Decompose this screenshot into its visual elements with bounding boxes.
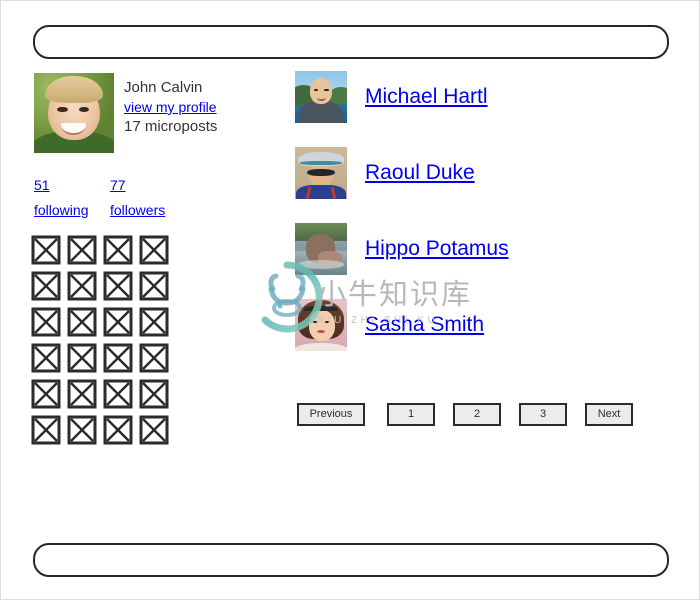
pagination-page-1-button[interactable]: 1 <box>387 403 435 426</box>
broken-image-icon <box>31 343 61 373</box>
broken-image-icon <box>31 271 61 301</box>
following-label-link[interactable]: following <box>34 198 88 223</box>
pagination-page-3-button[interactable]: 3 <box>519 403 567 426</box>
broken-image-icon <box>31 379 61 409</box>
broken-image-icon <box>31 235 61 265</box>
list-item: Michael Hartl <box>295 71 635 123</box>
user-avatar-image[interactable] <box>295 147 347 199</box>
broken-image-icon <box>103 235 133 265</box>
pagination-next-button[interactable]: Next <box>585 403 633 426</box>
user-name-link[interactable]: Michael Hartl <box>365 85 488 109</box>
profile-summary: John Calvin view my profile 17 micropost… <box>34 73 269 153</box>
user-list: Michael Hartl Raoul Duke Hippo Potamus S… <box>295 71 635 375</box>
user-avatar-image[interactable] <box>295 223 347 275</box>
broken-image-icon <box>67 235 97 265</box>
broken-image-icon <box>103 307 133 337</box>
broken-image-icon <box>139 271 169 301</box>
profile-meta: John Calvin view my profile 17 micropost… <box>124 73 217 136</box>
view-my-profile-link[interactable]: view my profile <box>124 98 217 117</box>
page-root: John Calvin view my profile 17 micropost… <box>0 0 700 600</box>
stat-following: 51 following <box>34 173 88 223</box>
micropost-count: 17 microposts <box>124 117 218 135</box>
user-name-link[interactable]: Hippo Potamus <box>365 237 509 261</box>
broken-image-icon <box>103 271 133 301</box>
following-count-link[interactable]: 51 <box>34 173 88 198</box>
broken-image-icon <box>103 343 133 373</box>
user-name-link[interactable]: Sasha Smith <box>365 313 484 337</box>
broken-image-icon <box>139 415 169 445</box>
broken-image-icon <box>103 415 133 445</box>
broken-image-icon <box>31 415 61 445</box>
broken-image-icon <box>67 343 97 373</box>
list-item: Hippo Potamus <box>295 223 635 275</box>
profile-name: John Calvin <box>124 79 203 96</box>
broken-image-icon <box>31 307 61 337</box>
pagination-previous-button[interactable]: Previous <box>297 403 365 426</box>
followers-label-link[interactable]: followers <box>110 198 165 223</box>
broken-image-icon <box>67 415 97 445</box>
broken-image-icon <box>139 235 169 265</box>
stat-followers: 77 followers <box>110 173 165 223</box>
broken-image-icon <box>67 307 97 337</box>
broken-image-icon <box>139 307 169 337</box>
followers-count-link[interactable]: 77 <box>110 173 165 198</box>
broken-image-icon <box>103 379 133 409</box>
user-avatar-image[interactable] <box>295 299 347 351</box>
sidebar: John Calvin view my profile 17 micropost… <box>34 73 269 153</box>
list-item: Raoul Duke <box>295 147 635 199</box>
broken-image-icon <box>139 379 169 409</box>
pagination: Previous 1 2 3 Next <box>297 403 633 426</box>
list-item: Sasha Smith <box>295 299 635 351</box>
header-bar <box>33 25 669 59</box>
broken-image-icon <box>67 379 97 409</box>
pagination-page-2-button[interactable]: 2 <box>453 403 501 426</box>
gravatar-image[interactable] <box>34 73 114 153</box>
footer-bar <box>33 543 669 577</box>
user-name-link[interactable]: Raoul Duke <box>365 161 475 185</box>
user-avatar-image[interactable] <box>295 71 347 123</box>
micropost-image-grid <box>31 235 169 445</box>
broken-image-icon <box>139 343 169 373</box>
broken-image-icon <box>67 271 97 301</box>
